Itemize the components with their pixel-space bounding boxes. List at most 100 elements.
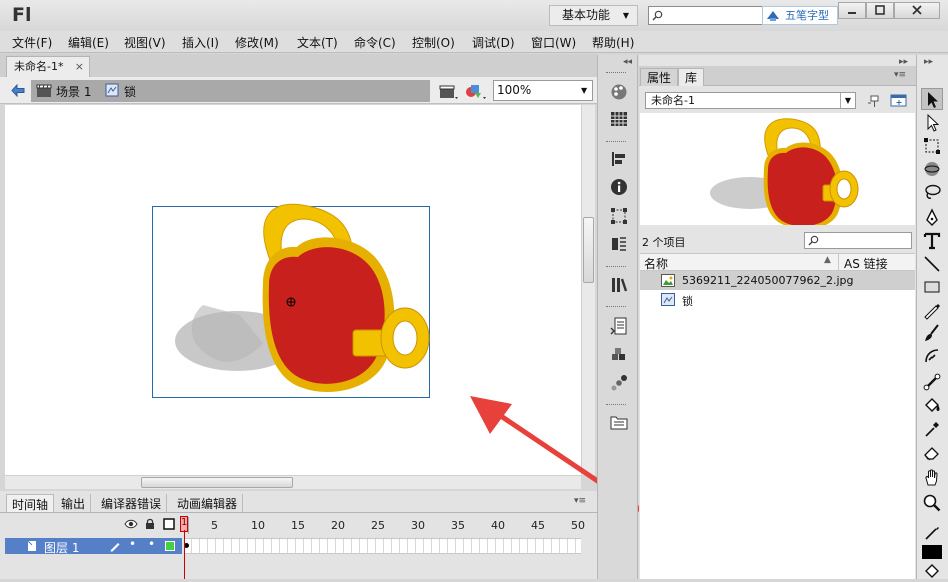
dock-grip[interactable] xyxy=(606,141,626,144)
lock-all-icon[interactable] xyxy=(145,518,155,530)
line-tool-icon[interactable] xyxy=(922,254,942,274)
dock-grip[interactable] xyxy=(606,404,626,407)
panel-menu-icon[interactable]: ▾≡ xyxy=(574,496,586,506)
brush-tool-icon[interactable] xyxy=(922,323,942,343)
menu-text[interactable]: 文本(T) xyxy=(297,34,338,51)
horizontal-scroll-thumb[interactable] xyxy=(141,477,293,488)
menu-view[interactable]: 视图(V) xyxy=(124,34,166,51)
close-icon xyxy=(912,5,922,15)
zoom-select[interactable]: 100% ▼ xyxy=(493,80,593,101)
dock-grip[interactable] xyxy=(606,266,626,269)
breadcrumb-scene[interactable]: 场景 1 xyxy=(56,83,91,100)
tab-output[interactable]: 输出 xyxy=(56,494,92,512)
document-tab[interactable]: 未命名-1* × xyxy=(6,56,90,77)
sort-ascending-icon[interactable]: ▲ xyxy=(824,255,831,265)
subselection-tool-icon[interactable] xyxy=(922,113,942,133)
free-transform-tool-icon[interactable] xyxy=(922,136,942,156)
tab-properties[interactable]: 属性 xyxy=(640,68,679,86)
frame-number: 10 xyxy=(251,519,265,532)
eraser-tool-icon[interactable] xyxy=(922,442,942,462)
menu-help[interactable]: 帮助(H) xyxy=(592,34,634,51)
column-name[interactable]: 名称 xyxy=(644,255,668,272)
close-window-button[interactable] xyxy=(894,2,940,19)
frame-ruler[interactable] xyxy=(188,517,583,534)
maximize-button[interactable] xyxy=(866,2,894,19)
help-search-input[interactable] xyxy=(648,6,763,25)
fill-color-icon[interactable] xyxy=(922,562,942,582)
library-item[interactable]: 锁 xyxy=(640,290,915,309)
code-snippets-icon[interactable] xyxy=(610,317,628,335)
outline-all-icon[interactable] xyxy=(163,518,175,530)
menu-window[interactable]: 窗口(W) xyxy=(531,34,576,51)
zoom-tool-icon[interactable] xyxy=(922,493,942,513)
menu-edit[interactable]: 编辑(E) xyxy=(68,34,109,51)
3d-rotation-tool-icon[interactable] xyxy=(922,159,942,179)
close-tab-icon[interactable]: × xyxy=(75,57,84,76)
layer-row[interactable]: 图层 1 • • xyxy=(5,537,182,556)
breadcrumb-symbol[interactable]: 锁 xyxy=(124,83,136,100)
library-document-select[interactable]: 未命名-1 ▼ xyxy=(645,92,856,109)
stroke-color-icon[interactable] xyxy=(922,523,942,543)
eyedropper-tool-icon[interactable] xyxy=(922,419,942,439)
scene-icon[interactable] xyxy=(610,235,628,253)
document-tab-title: 未命名-1* xyxy=(14,60,64,73)
lock-body-red xyxy=(268,247,385,384)
align-icon[interactable] xyxy=(610,150,628,168)
workspace-switcher[interactable]: 基本功能 ▼ xyxy=(549,5,638,26)
minimize-button[interactable] xyxy=(838,2,866,19)
color-icon[interactable] xyxy=(610,83,628,101)
menu-debug[interactable]: 调试(D) xyxy=(472,34,515,51)
project-icon[interactable] xyxy=(610,413,628,431)
frame-number: 40 xyxy=(491,519,505,532)
column-linkage[interactable]: AS 链接 xyxy=(844,255,888,272)
dock-grip[interactable] xyxy=(606,72,626,75)
menu-commands[interactable]: 命令(C) xyxy=(354,34,396,51)
collapse-icon[interactable]: ◂◂ xyxy=(623,57,632,67)
menu-modify[interactable]: 修改(M) xyxy=(235,34,279,51)
tab-motion-editor[interactable]: 动画编辑器 xyxy=(172,494,244,512)
rectangle-tool-icon[interactable] xyxy=(922,277,942,297)
bone-tool-icon[interactable] xyxy=(922,372,942,392)
minimize-icon xyxy=(848,12,856,14)
tab-timeline[interactable]: 时间轴 xyxy=(6,494,55,512)
playhead-frame: 1 xyxy=(181,517,188,528)
pin-library-icon[interactable] xyxy=(866,93,882,109)
layer-name[interactable]: 图层 1 xyxy=(44,539,79,556)
swatches-icon[interactable] xyxy=(610,110,628,128)
lasso-tool-icon[interactable] xyxy=(922,182,942,202)
lock-dot-icon[interactable]: • xyxy=(148,537,155,551)
hand-tool-icon[interactable] xyxy=(922,468,942,488)
layer-outline-color-icon[interactable] xyxy=(165,541,175,551)
new-library-panel-icon[interactable] xyxy=(890,93,908,109)
components-icon[interactable] xyxy=(610,276,628,294)
show-hide-all-icon[interactable] xyxy=(124,518,138,530)
motion-presets-icon[interactable] xyxy=(610,374,628,392)
tab-library[interactable]: 库 xyxy=(678,68,705,86)
text-tool-icon[interactable] xyxy=(922,231,942,251)
edit-symbols-icon[interactable] xyxy=(464,82,488,100)
panel-menu-icon[interactable]: ▾≡ xyxy=(894,70,906,80)
pencil-tool-icon[interactable] xyxy=(922,300,942,320)
back-arrow-icon[interactable] xyxy=(10,83,26,98)
menu-file[interactable]: 文件(F) xyxy=(12,34,52,51)
deco-tool-icon[interactable] xyxy=(922,346,942,366)
frame-grid[interactable] xyxy=(184,538,581,554)
selection-tool-icon[interactable] xyxy=(922,90,942,110)
stroke-color-swatch[interactable] xyxy=(922,545,942,559)
transform-icon[interactable] xyxy=(610,207,628,225)
visibility-dot-icon[interactable]: • xyxy=(129,537,136,551)
menu-control[interactable]: 控制(O) xyxy=(412,34,455,51)
paint-bucket-tool-icon[interactable] xyxy=(922,396,942,416)
library-item[interactable]: 5369211_224050077962_2.jpg xyxy=(640,271,915,290)
pen-tool-icon[interactable] xyxy=(922,208,942,228)
library-search-input[interactable] xyxy=(804,232,912,249)
tools-collapse-icon[interactable]: ▸▸ xyxy=(924,57,933,67)
vertical-scroll-thumb[interactable] xyxy=(583,217,594,283)
3d-blocks-icon[interactable] xyxy=(610,346,628,364)
ime-indicator[interactable]: 五笔字型 xyxy=(762,6,838,25)
tab-compiler-errors[interactable]: 编译器错误 xyxy=(96,494,168,512)
info-icon[interactable] xyxy=(610,178,628,196)
edit-scene-icon[interactable] xyxy=(438,82,460,100)
menu-insert[interactable]: 插入(I) xyxy=(182,34,219,51)
dock-grip[interactable] xyxy=(606,306,626,309)
